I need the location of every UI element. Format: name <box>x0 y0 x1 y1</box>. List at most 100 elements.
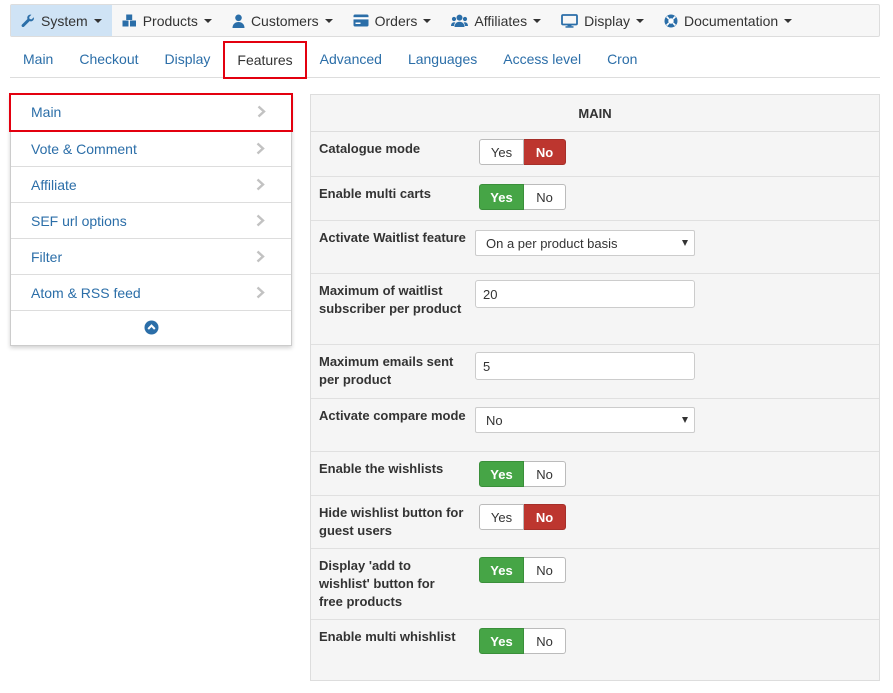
select-value: On a per product basis <box>486 235 618 251</box>
tab-checkout[interactable]: Checkout <box>66 41 151 77</box>
sidenav-item-label: Main <box>31 104 62 120</box>
credit-card-icon <box>353 14 369 27</box>
setting-row-hide-wishlist: Hide wishlist button for guest users Yes… <box>311 496 879 549</box>
menu-orders[interactable]: Orders <box>343 5 442 36</box>
menu-customers[interactable]: Customers <box>222 5 343 36</box>
setting-label: Maximum emails sent per product <box>319 354 454 387</box>
caret-down-icon <box>784 18 793 23</box>
hide-wishlist-toggle: Yes No <box>479 504 566 530</box>
setting-label: Display 'add to wishlist' button for fre… <box>319 558 435 609</box>
waitlist-select[interactable]: On a per product basis <box>475 230 695 256</box>
chevron-right-icon <box>256 214 265 230</box>
setting-row-multi-carts: Enable multi carts Yes No <box>311 177 879 221</box>
menu-display[interactable]: Display <box>551 5 654 36</box>
tab-access-level[interactable]: Access level <box>490 41 594 77</box>
menu-label: Documentation <box>684 12 779 29</box>
caret-down-icon <box>423 18 432 23</box>
chevron-right-icon <box>256 250 265 266</box>
setting-row-waitlist: Activate Waitlist feature On a per produ… <box>311 221 879 274</box>
setting-label: Maximum of waitlist subscriber per produ… <box>319 283 462 316</box>
no-option[interactable]: No <box>524 628 566 654</box>
setting-label: Activate Waitlist feature <box>319 230 466 245</box>
sidenav-item-atom-rss[interactable]: Atom & RSS feed <box>11 275 291 311</box>
sidenav-item-label: Atom & RSS feed <box>31 284 141 301</box>
sidenav-item-main[interactable]: Main <box>9 93 293 132</box>
tab-advanced[interactable]: Advanced <box>307 41 395 77</box>
sidenav-item-filter[interactable]: Filter <box>11 239 291 275</box>
catalogue-mode-toggle: Yes No <box>479 139 566 165</box>
top-menu-bar: System Products Customers Orders Affilia… <box>10 4 880 37</box>
caret-down-icon <box>203 18 212 23</box>
yes-option[interactable]: Yes <box>479 628 524 654</box>
sidenav-item-label: SEF url options <box>31 212 127 229</box>
tab-cron[interactable]: Cron <box>594 41 650 77</box>
config-tabs: Main Checkout Display Features Advanced … <box>10 41 880 79</box>
chevron-right-icon <box>256 178 265 194</box>
wrench-icon <box>21 14 35 28</box>
no-option[interactable]: No <box>524 184 566 210</box>
chevron-right-icon <box>257 105 266 121</box>
sidenav-item-affiliate[interactable]: Affiliate <box>11 167 291 203</box>
menu-label: Orders <box>374 12 418 29</box>
features-side-nav: Main Vote & Comment Affiliate SEF url op… <box>9 93 293 347</box>
caret-down-icon <box>636 18 644 23</box>
compare-mode-select[interactable]: No <box>475 407 695 433</box>
yes-option[interactable]: Yes <box>479 461 524 487</box>
setting-row-compare-mode: Activate compare mode No <box>311 399 879 452</box>
panel-title: MAIN <box>311 95 879 132</box>
life-ring-icon <box>664 14 678 28</box>
wishlists-toggle: Yes No <box>479 461 566 487</box>
sidenav-item-vote-comment[interactable]: Vote & Comment <box>11 131 291 167</box>
yes-option[interactable]: Yes <box>479 139 524 165</box>
max-waitlist-input[interactable]: 20 <box>475 280 695 308</box>
sidenav-item-label: Affiliate <box>31 176 77 193</box>
setting-row-add-wishlist-free: Display 'add to wishlist' button for fre… <box>311 549 879 620</box>
sidenav-item-label: Vote & Comment <box>31 140 137 157</box>
sidenav-collapse-button[interactable] <box>11 311 291 347</box>
menu-label: Products <box>142 12 198 29</box>
multi-wishlist-toggle: Yes No <box>479 628 566 654</box>
cubes-icon <box>122 14 137 28</box>
monitor-icon <box>561 13 578 28</box>
sidenav-item-sef-url[interactable]: SEF url options <box>11 203 291 239</box>
setting-row-multi-wishlist: Enable multi whishlist Yes No <box>311 620 879 680</box>
users-icon <box>451 14 469 28</box>
user-icon <box>232 14 245 28</box>
setting-label: Enable multi carts <box>319 186 431 201</box>
setting-label: Enable the wishlists <box>319 461 444 476</box>
yes-option[interactable]: Yes <box>479 504 524 530</box>
caret-down-icon <box>324 18 333 23</box>
no-option[interactable]: No <box>524 139 566 165</box>
caret-down-icon <box>93 18 102 23</box>
setting-label: Catalogue mode <box>319 141 421 156</box>
tab-languages[interactable]: Languages <box>395 41 490 77</box>
menu-system[interactable]: System <box>11 5 112 36</box>
yes-option[interactable]: Yes <box>479 557 524 583</box>
yes-option[interactable]: Yes <box>479 184 524 210</box>
tab-features[interactable]: Features <box>223 41 307 79</box>
setting-label: Activate compare mode <box>319 408 466 423</box>
chevron-right-icon <box>256 142 265 158</box>
menu-affiliates[interactable]: Affiliates <box>441 5 551 36</box>
no-option[interactable]: No <box>524 557 566 583</box>
setting-row-wishlists: Enable the wishlists Yes No <box>311 452 879 496</box>
caret-down-icon <box>533 18 542 23</box>
menu-products[interactable]: Products <box>112 5 222 36</box>
dropdown-arrow-icon <box>682 417 688 423</box>
tab-main[interactable]: Main <box>10 41 66 77</box>
multi-carts-toggle: Yes No <box>479 184 566 210</box>
sidenav-item-label: Filter <box>31 248 63 265</box>
menu-label: Affiliates <box>474 12 528 29</box>
main-settings-panel: MAIN Catalogue mode Yes No Enable multi … <box>310 94 880 681</box>
max-emails-input[interactable]: 5 <box>475 352 695 380</box>
tab-display[interactable]: Display <box>152 41 224 77</box>
add-wishlist-free-toggle: Yes No <box>479 557 566 583</box>
no-option[interactable]: No <box>524 461 566 487</box>
chevron-right-icon <box>256 286 265 302</box>
menu-label: Display <box>584 12 630 29</box>
dropdown-arrow-icon <box>682 240 688 246</box>
no-option[interactable]: No <box>524 504 566 530</box>
setting-label: Hide wishlist button for guest users <box>319 505 464 538</box>
menu-documentation[interactable]: Documentation <box>654 5 802 36</box>
setting-label: Enable multi whishlist <box>319 629 456 644</box>
